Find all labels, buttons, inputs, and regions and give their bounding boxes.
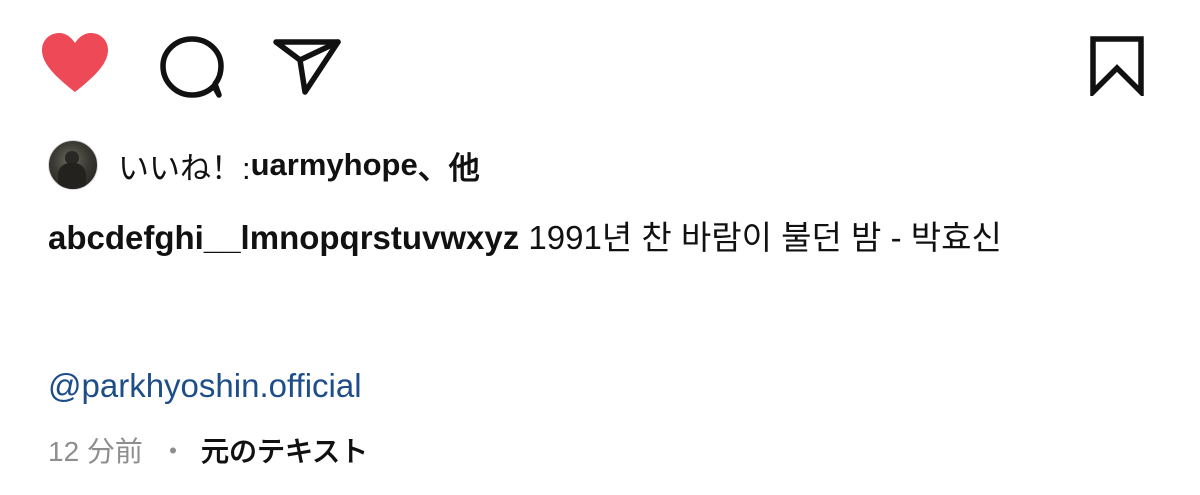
likes-others-link[interactable]: 、他 [418,143,480,188]
mention-link[interactable]: @parkhyoshin.official [48,364,362,408]
liker-username-link[interactable]: uarmyhope [251,147,418,183]
liker-avatar[interactable] [48,140,98,190]
post-caption: abcdefghi__lmnopqrstuvwxyz 1991년 찬 바람이 불… [48,216,1148,260]
post-meta: 12 分前 ・ 元のテキスト [48,428,368,472]
caption-username-link[interactable]: abcdefghi__lmnopqrstuvwxyz [48,219,519,256]
bookmark-icon[interactable] [1089,36,1145,96]
caption-text: 1991년 찬 바람이 불던 밤 - 박효신 [519,219,1002,256]
post-timestamp: 12 分前 [48,436,143,467]
comment-icon[interactable] [158,36,226,98]
meta-separator: ・ [158,436,187,467]
likes-summary: いいね！: uarmyhope 、他 [48,140,480,190]
post-action-bar [0,0,1200,130]
see-original-button[interactable]: 元のテキスト [201,430,368,470]
share-paper-plane-icon[interactable] [272,38,342,96]
likes-prefix-label: いいね！: [118,150,251,186]
like-heart-icon[interactable] [40,32,110,96]
avatar-figure-body [58,163,86,189]
